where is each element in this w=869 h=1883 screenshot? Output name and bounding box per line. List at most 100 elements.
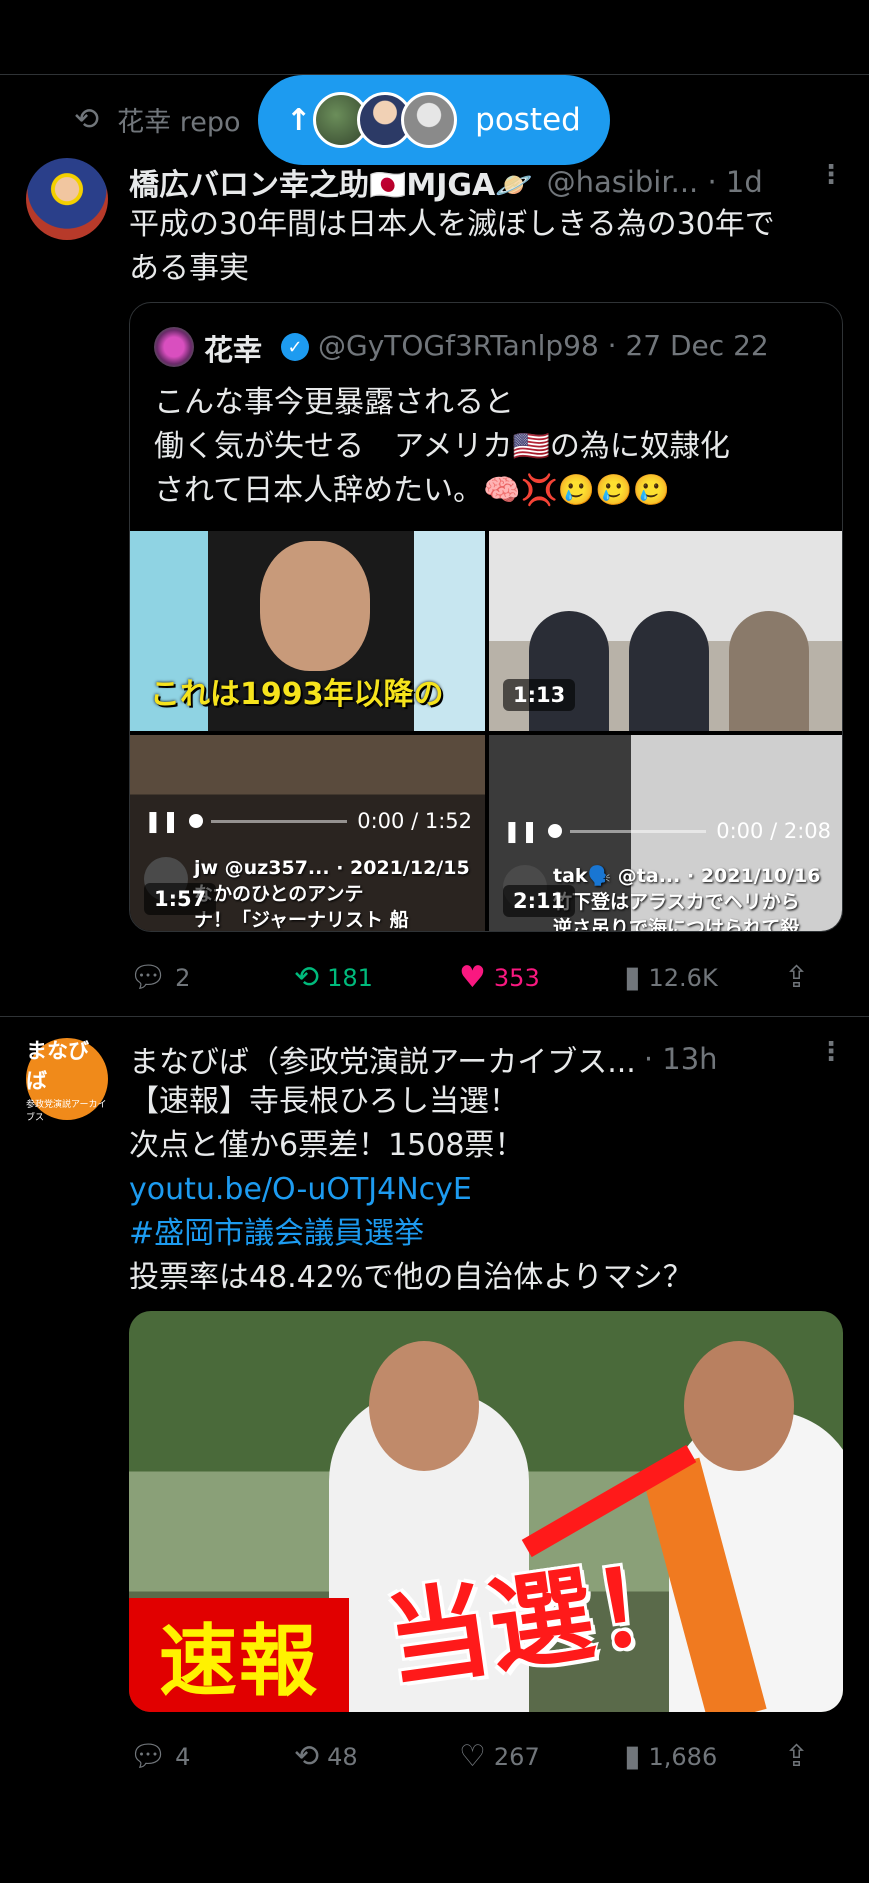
verified-icon: ✓ xyxy=(281,333,309,361)
like-icon: ♥ xyxy=(459,960,486,995)
views-button[interactable]: ▮ 12.6K xyxy=(624,960,718,995)
post2-hashtag[interactable]: #盛岡市議会議員選挙 xyxy=(129,1212,693,1256)
post1-text-line: ある事実 xyxy=(129,251,249,286)
media-caption: これは1993年以降の xyxy=(150,677,444,712)
post1-author-name[interactable]: 橋広バロン幸之助🇯🇵MJGA🪐 xyxy=(129,160,533,204)
video-duration: 1:13 xyxy=(503,679,576,711)
video-duration: 1:57 xyxy=(144,883,217,915)
post2-header: まなびば（参政党演説アーカイブス... · 13h xyxy=(129,1037,718,1081)
repost-button[interactable]: ⟲ 48 xyxy=(294,1739,358,1774)
avatar-logo-subtext: 参政党演説アーカイブス xyxy=(26,1100,107,1123)
pill-label: posted xyxy=(475,102,581,138)
repost-context: ⟲ 花幸 repo xyxy=(74,100,241,139)
progress-bar[interactable] xyxy=(570,829,707,833)
reply-count: 2 xyxy=(175,963,191,992)
reply-count: 4 xyxy=(175,1742,191,1771)
views-count: 12.6K xyxy=(648,963,718,992)
share-icon: ⇪ xyxy=(784,960,810,995)
pause-icon[interactable]: ❚❚ xyxy=(503,819,538,843)
like-button[interactable]: ♡ 267 xyxy=(459,1739,540,1774)
image-content xyxy=(529,611,609,731)
like-count: 353 xyxy=(493,963,540,992)
repost-count: 48 xyxy=(327,1742,358,1771)
breaking-badge-text: 速報 xyxy=(158,1617,319,1707)
post2-avatar[interactable]: まなびば 参政党演説アーカイブス xyxy=(26,1038,108,1123)
reply-button[interactable]: 💬︎ 2 xyxy=(129,960,190,995)
post2-text-line: 【速報】寺長根ひろし当選！ xyxy=(129,1084,519,1119)
overlay-text: ナ！「ジャーナリスト 船 xyxy=(194,909,409,931)
retweet-icon: ⟲ xyxy=(294,960,320,995)
post1-header: 橋広バロン幸之助🇯🇵MJGA🪐 @hasibir... · 1d xyxy=(129,160,763,204)
breaking-badge: 速報 xyxy=(129,1598,349,1712)
reply-button[interactable]: 💬︎ 4 xyxy=(129,1739,190,1774)
like-icon: ♡ xyxy=(459,1739,486,1774)
share-button[interactable]: ⇪ xyxy=(784,1739,817,1774)
video-duration: 2:11 xyxy=(503,885,576,917)
views-icon: ▮ xyxy=(624,1739,641,1774)
more-icon[interactable]: ⋮ xyxy=(818,160,844,190)
new-posts-pill[interactable]: ↑ posted xyxy=(258,75,610,165)
post2-link[interactable]: youtu.be/O-uOTJ4NcyE xyxy=(129,1168,693,1212)
media-image-1[interactable]: これは1993年以降の xyxy=(130,531,485,731)
post2-text-line: 次点と僅か6票差！1508票！ xyxy=(129,1128,525,1163)
overlay-text: なかのひとのアンテ xyxy=(194,883,364,905)
post1-text: 平成の30年間は日本人を滅ぼしきる為の30年で ある事実 xyxy=(129,203,775,291)
post-divider xyxy=(0,1016,869,1017)
post2-timestamp[interactable]: · 13h xyxy=(644,1042,718,1076)
quote-avatar xyxy=(154,327,194,367)
like-button[interactable]: ♥ 353 xyxy=(459,960,540,995)
media-video-2[interactable]: 1:13 xyxy=(489,531,842,731)
repost-button[interactable]: ⟲ 181 xyxy=(294,960,373,995)
image-content xyxy=(260,541,370,671)
avatar xyxy=(401,92,458,148)
post2-text-line: 投票率は48.42%で他の自治体よりマシ？ xyxy=(129,1260,693,1295)
post1-actions: 💬︎ 2 ⟲ 181 ♥ 353 ▮ 12.6K ⇪ xyxy=(129,960,829,1010)
scrubber-handle[interactable] xyxy=(548,824,563,838)
reply-icon: 💬︎ xyxy=(129,960,168,995)
overlay-text: 逆さ吊りで海につけられて殺 xyxy=(553,917,800,932)
post2-author-name[interactable]: まなびば（参政党演説アーカイブス... xyxy=(129,1037,636,1081)
progress-bar[interactable] xyxy=(211,819,348,823)
video-controls[interactable]: ❚❚ 0:00 / 2:08 xyxy=(503,819,831,843)
quote-text-line: 働く気が失せる アメリカ🇺🇸の為に奴隷化 xyxy=(154,429,730,464)
image-content xyxy=(369,1341,479,1471)
repost-count: 181 xyxy=(327,963,373,992)
views-button[interactable]: ▮ 1,686 xyxy=(624,1739,717,1774)
overlay-user: jw @uz357... · 2021/12/15 xyxy=(194,857,470,879)
views-icon: ▮ xyxy=(624,960,641,995)
quoted-post[interactable]: 花幸 ✓ @GyTOGf3RTanlp98 · 27 Dec 22 こんな事今更… xyxy=(129,302,843,932)
more-icon[interactable]: ⋮ xyxy=(818,1037,844,1067)
quote-text-line: こんな事今更暴露されると xyxy=(154,385,514,420)
post2-text: 【速報】寺長根ひろし当選！ 次点と僅か6票差！1508票！ youtu.be/O… xyxy=(129,1080,693,1300)
media-video-3[interactable]: ❚❚ 0:00 / 1:52 jw @uz357... · 2021/12/15… xyxy=(130,735,485,931)
post1-handle[interactable]: @hasibir... · 1d xyxy=(547,165,763,199)
image-content xyxy=(684,1341,794,1471)
quote-handle: @GyTOGf3RTanlp98 · 27 Dec 22 xyxy=(318,329,769,362)
repost-label: 花幸 repo xyxy=(117,107,241,138)
arrow-up-icon: ↑ xyxy=(286,102,312,138)
avatar-logo-text: まなびば xyxy=(26,1039,89,1093)
pause-icon[interactable]: ❚❚ xyxy=(144,809,179,833)
reply-icon: 💬︎ xyxy=(129,1739,168,1774)
retweet-icon: ⟲ xyxy=(294,1739,320,1774)
video-controls[interactable]: ❚❚ 0:00 / 1:52 xyxy=(144,809,472,833)
overlay-user: tak🗣️ @ta... · 2021/10/16 xyxy=(553,865,821,887)
post2-actions: 💬︎ 4 ⟲ 48 ♡ 267 ▮ 1,686 ⇪ xyxy=(129,1739,829,1789)
image-content xyxy=(629,611,709,731)
scrubber-handle[interactable] xyxy=(189,814,204,828)
post2-image[interactable]: 速報 当選！ xyxy=(129,1311,843,1712)
retweet-icon: ⟲ xyxy=(74,102,100,137)
like-count: 267 xyxy=(493,1742,540,1771)
quote-author-name: 花幸 xyxy=(204,333,263,367)
quote-text: こんな事今更暴露されると 働く気が失せる アメリカ🇺🇸の為に奴隷化 されて日本人… xyxy=(154,381,814,513)
video-time: 0:00 / 1:52 xyxy=(357,809,472,833)
video-time: 0:00 / 2:08 xyxy=(716,819,831,843)
views-count: 1,686 xyxy=(648,1742,718,1771)
post1-avatar[interactable] xyxy=(26,158,108,240)
share-button[interactable]: ⇪ xyxy=(784,960,817,995)
quote-text-line: されて日本人辞めたい。🧠💢🥲🥲🥲 xyxy=(154,473,670,508)
share-icon: ⇪ xyxy=(784,1739,810,1774)
overlay-text: 竹下登はアラスカでヘリから xyxy=(553,891,800,913)
image-content xyxy=(729,611,809,731)
media-video-4[interactable]: ❚❚ 0:00 / 2:08 tak🗣️ @ta... · 2021/10/16… xyxy=(489,735,842,932)
